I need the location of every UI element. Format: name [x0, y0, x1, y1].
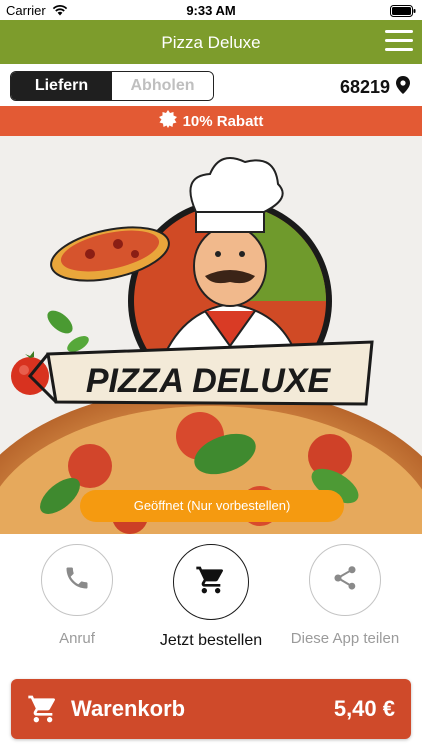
app-header: Pizza Deluxe: [0, 20, 422, 64]
restaurant-logo-illustration: PIZZA DELUXE: [0, 157, 422, 534]
call-action[interactable]: Anruf: [7, 544, 147, 647]
hero-banner: PIZZA DELUXE Geöffnet (Nur vorbestellen): [0, 136, 422, 534]
logo-text: PIZZA DELUXE: [86, 362, 332, 400]
order-now-action[interactable]: Jetzt bestellen: [141, 544, 281, 650]
discount-banner[interactable]: 10% Rabatt: [0, 106, 422, 136]
share-app-action[interactable]: Diese App teilen: [275, 544, 415, 647]
status-bar: Carrier 9:33 AM: [0, 0, 422, 20]
cart-total: 5,40 €: [333, 696, 395, 721]
tab-delivery[interactable]: Liefern: [11, 72, 112, 100]
discount-text: 10% Rabatt: [182, 112, 264, 130]
call-label: Anruf: [59, 630, 95, 647]
postal-code: 68219: [339, 77, 390, 97]
tab-pickup[interactable]: Abholen: [112, 72, 213, 100]
share-button[interactable]: [309, 544, 381, 616]
hamburger-menu-icon[interactable]: [385, 30, 413, 54]
postal-code-selector[interactable]: 68219: [340, 76, 410, 99]
share-icon: [331, 564, 359, 597]
cart-button[interactable]: Warenkorb 5,40 €: [11, 679, 411, 739]
map-pin-icon: [396, 76, 410, 99]
phone-icon: [63, 564, 91, 597]
order-mode-toggle: Liefern Abholen: [10, 71, 214, 101]
badge-burst-icon: [158, 110, 177, 132]
quick-actions: Anruf Jetzt bestellen Diese App teilen: [0, 534, 422, 664]
cart-label: Warenkorb: [71, 696, 186, 721]
share-label: Diese App teilen: [290, 630, 400, 647]
status-time: 9:33 AM: [186, 3, 236, 18]
order-now-button[interactable]: [173, 544, 249, 620]
call-button[interactable]: [41, 544, 113, 616]
open-status-badge[interactable]: Geöffnet (Nur vorbestellen): [80, 490, 344, 522]
cart-icon: [195, 564, 227, 601]
order-now-label: Jetzt bestellen: [159, 632, 263, 649]
order-mode-row: Liefern Abholen 68219: [0, 66, 422, 106]
app-title: Pizza Deluxe: [161, 33, 261, 52]
cart-icon: [27, 693, 59, 730]
